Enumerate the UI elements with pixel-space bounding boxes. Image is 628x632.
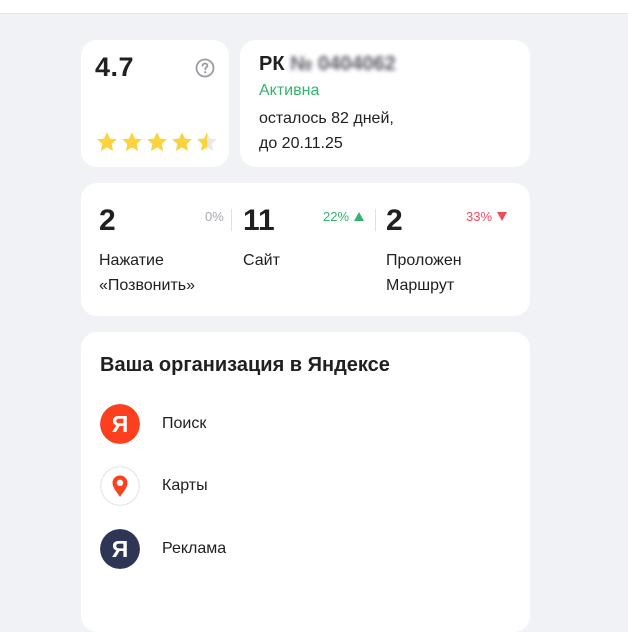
star-icon bbox=[172, 132, 192, 151]
rating-stars bbox=[95, 130, 219, 154]
organization-card: Ваша организация в Яндексе Я Поиск Карты… bbox=[81, 332, 530, 632]
subscription-card[interactable]: РК № 0404062 Активна осталось 82 дней, д… bbox=[240, 40, 530, 167]
org-item-search-label: Поиск bbox=[162, 415, 207, 432]
yandex-search-icon: Я bbox=[100, 404, 140, 444]
subscription-status: Активна bbox=[259, 82, 320, 99]
svg-text:Я: Я bbox=[112, 411, 129, 437]
stat-site-label: Сайт bbox=[243, 252, 280, 269]
subscription-days-left: осталось 82 дней, bbox=[259, 110, 394, 127]
trend-up-icon bbox=[354, 212, 365, 221]
star-icon bbox=[147, 132, 167, 151]
rating-card: 4.7 bbox=[81, 40, 229, 167]
stats-card: 2 0% Нажатие «Позвонить» 11 22% Сайт 2 3… bbox=[81, 183, 530, 316]
star-icon bbox=[97, 132, 117, 151]
trend-down-icon bbox=[497, 212, 508, 221]
stat-call-percent: 0% bbox=[205, 209, 224, 224]
stat-route-value: 2 bbox=[386, 204, 403, 237]
top-bar bbox=[0, 0, 628, 14]
svg-text:Я: Я bbox=[112, 536, 129, 562]
stat-divider bbox=[231, 209, 232, 231]
subscription-number-masked: № 0404062 bbox=[290, 53, 396, 75]
stat-call[interactable]: 2 0% Нажатие «Позвонить» bbox=[99, 183, 229, 316]
stat-route-label: Проложен Маршрут bbox=[386, 252, 462, 294]
subscription-until-date: до 20.11.25 bbox=[259, 135, 343, 152]
org-item-ads-label: Реклама bbox=[162, 540, 227, 557]
subscription-title: РК № 0404062 bbox=[259, 53, 396, 76]
help-icon[interactable] bbox=[195, 58, 215, 78]
yandex-maps-icon bbox=[100, 466, 140, 506]
org-item-search[interactable]: Я Поиск bbox=[100, 404, 206, 444]
stat-site-value: 11 bbox=[243, 204, 275, 237]
stat-route-percent: 33% bbox=[466, 209, 508, 224]
star-icon bbox=[197, 132, 217, 151]
org-item-maps-label: Карты bbox=[162, 477, 208, 494]
stat-divider bbox=[375, 209, 376, 231]
organization-title: Ваша организация в Яндексе bbox=[100, 354, 390, 376]
org-item-maps[interactable]: Карты bbox=[100, 466, 208, 506]
stat-route[interactable]: 2 33% Проложен Маршрут bbox=[386, 183, 516, 316]
stat-call-label: Нажатие «Позвонить» bbox=[99, 252, 196, 294]
yandex-ads-icon: Я bbox=[100, 529, 140, 569]
star-icon bbox=[122, 132, 142, 151]
subscription-title-prefix: РК bbox=[259, 53, 285, 75]
rating-value: 4.7 bbox=[95, 52, 135, 82]
stat-site[interactable]: 11 22% Сайт bbox=[243, 183, 373, 316]
stat-site-percent: 22% bbox=[323, 209, 365, 224]
stat-call-value: 2 bbox=[99, 204, 116, 237]
org-item-ads[interactable]: Я Реклама bbox=[100, 529, 226, 569]
